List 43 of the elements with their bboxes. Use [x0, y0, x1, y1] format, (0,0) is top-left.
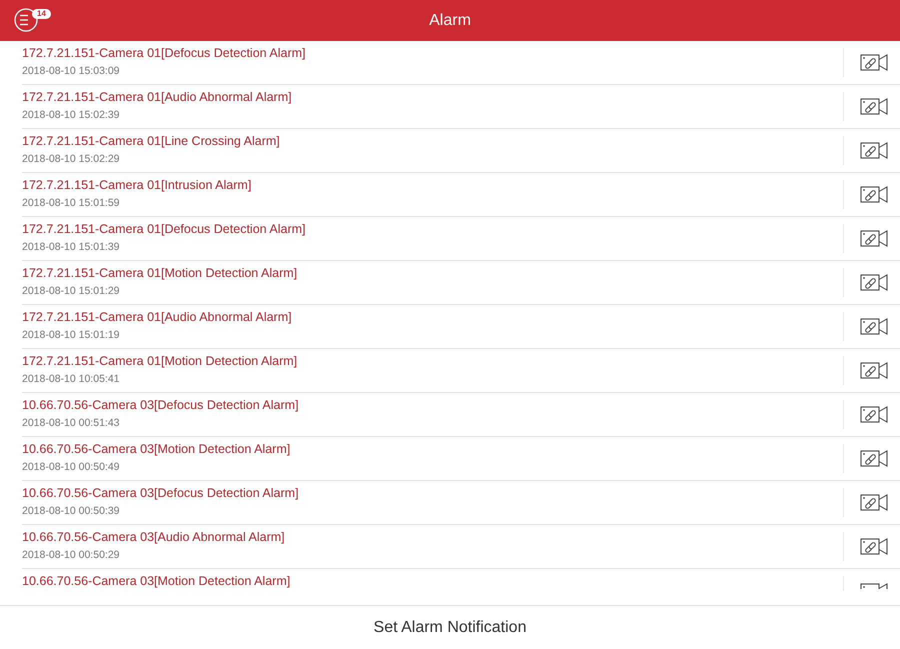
camera-link-icon[interactable] [860, 362, 888, 379]
camera-link-icon[interactable] [860, 583, 888, 589]
alarm-title[interactable]: 10.66.70.56-Camera 03[Defocus Detection Alarm] [22, 397, 299, 414]
camera-link-icon[interactable] [860, 494, 888, 511]
menu-button[interactable]: 14 [14, 8, 54, 33]
alarm-title[interactable]: 10.66.70.56-Camera 03[Audio Abnormal Alarm] [22, 529, 285, 546]
alarm-time: 2018-08-10 15:02:39 [22, 108, 120, 122]
alarm-title[interactable]: 10.66.70.56-Camera 03[Defocus Detection Alarm] [22, 485, 299, 502]
camera-link-icon[interactable] [860, 318, 888, 335]
alarm-title[interactable]: 10.66.70.56-Camera 03[Motion Detection Alarm] [22, 441, 290, 458]
menu-icon [14, 8, 38, 32]
set-alarm-notification-button[interactable]: Set Alarm Notification [364, 614, 536, 640]
alarm-title[interactable]: 172.7.21.151-Camera 01[Defocus Detection Alarm] [22, 45, 306, 62]
camera-link-icon[interactable] [860, 186, 888, 203]
alarm-title[interactable]: 172.7.21.151-Camera 01[Intrusion Alarm] [22, 177, 252, 194]
alarm-time: 2018-08-10 00:51:43 [22, 416, 120, 430]
camera-link-icon[interactable] [860, 538, 888, 555]
alarm-title[interactable]: 172.7.21.151-Camera 01[Line Crossing Alarm] [22, 133, 280, 150]
alarm-title[interactable]: 172.7.21.151-Camera 01[Motion Detection Alarm] [22, 265, 298, 282]
alarm-title[interactable]: 172.7.21.151-Camera 01[Audio Abnormal Alarm] [22, 89, 292, 106]
alarm-title[interactable]: 10.66.70.56-Camera 03[Motion Detection Alarm] [22, 573, 290, 590]
alarm-time: 2018-08-10 15:02:29 [22, 152, 120, 166]
alarm-time: 2018-08-10 15:01:29 [22, 284, 120, 298]
alarm-title[interactable]: 172.7.21.151-Camera 01[Motion Detection Alarm] [22, 353, 298, 370]
alarm-title[interactable]: 172.7.21.151-Camera 01[Defocus Detection Alarm] [22, 221, 306, 238]
count-badge: 14 [32, 9, 51, 19]
alarm-time: 2018-08-10 10:05:41 [22, 372, 120, 386]
alarm-time: 2018-08-10 00:50:29 [22, 548, 120, 562]
camera-link-icon[interactable] [860, 274, 888, 291]
alarm-title[interactable]: 172.7.21.151-Camera 01[Audio Abnormal Alarm] [22, 309, 292, 326]
alarm-time: 2018-08-10 00:50:49 [22, 460, 120, 474]
alarm-time: 2018-08-10 00:50:39 [22, 504, 120, 518]
camera-link-icon[interactable] [860, 142, 888, 159]
alarm-time: 2018-08-10 15:03:09 [22, 64, 120, 78]
camera-link-icon[interactable] [860, 450, 888, 467]
alarm-time: 2018-08-10 15:01:59 [22, 196, 120, 210]
camera-link-icon[interactable] [860, 54, 888, 71]
header-title: Alarm [429, 12, 471, 30]
camera-link-icon[interactable] [860, 98, 888, 115]
camera-link-icon[interactable] [860, 406, 888, 423]
alarm-time: 2018-08-10 15:01:19 [22, 328, 120, 342]
camera-link-icon[interactable] [860, 230, 888, 247]
alarm-time: 2018-08-10 15:01:39 [22, 240, 120, 254]
